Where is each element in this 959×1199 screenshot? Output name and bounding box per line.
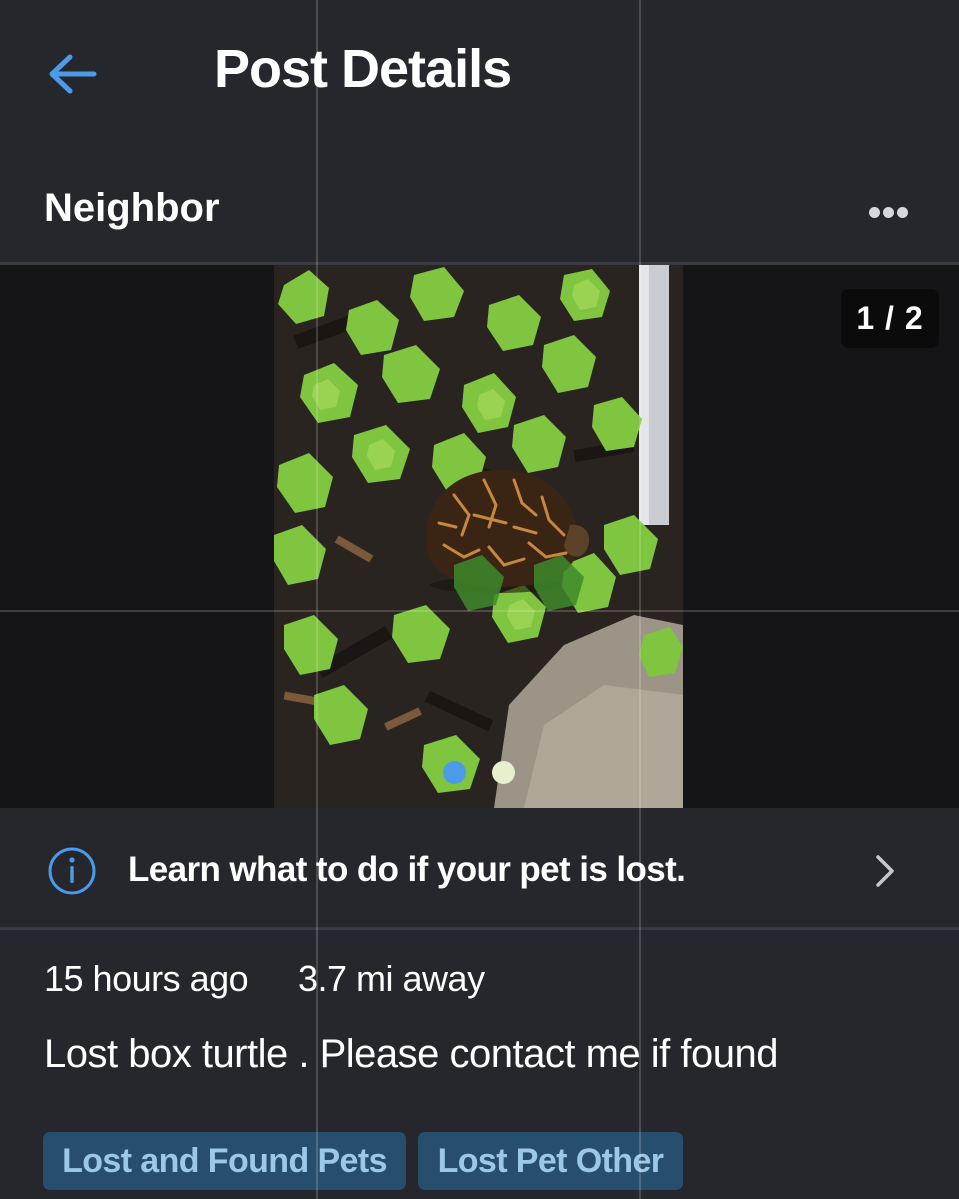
carousel-dot-1-active[interactable] [443, 761, 466, 784]
image-counter-badge: 1 / 2 [841, 289, 939, 348]
page-title: Post Details [214, 39, 512, 99]
post-timestamp: 15 hours ago [44, 958, 249, 999]
back-button[interactable] [44, 48, 100, 100]
chevron-right-icon [876, 855, 894, 887]
info-banner-text: Learn what to do if your pet is lost. [128, 850, 686, 889]
tag-lost-and-found-pets[interactable]: Lost and Found Pets [43, 1132, 406, 1190]
turtle-photo [274, 265, 683, 808]
arrow-left-icon [49, 54, 97, 94]
more-options-button[interactable] [862, 198, 914, 226]
post-photo[interactable] [274, 265, 683, 808]
author-row: Neighbor [0, 160, 959, 260]
info-circle-icon [48, 847, 96, 895]
media-carousel[interactable] [0, 265, 959, 808]
tag-lost-pet-other[interactable]: Lost Pet Other [418, 1132, 683, 1190]
carousel-dot-2[interactable] [492, 761, 515, 784]
header-bar: Post Details [0, 0, 959, 145]
divider [0, 927, 959, 930]
author-name: Neighbor [44, 186, 220, 230]
post-distance: 3.7 mi away [298, 958, 485, 999]
more-horizontal-icon [868, 206, 880, 218]
post-body-text: Lost box turtle . Please contact me if f… [44, 1032, 778, 1076]
